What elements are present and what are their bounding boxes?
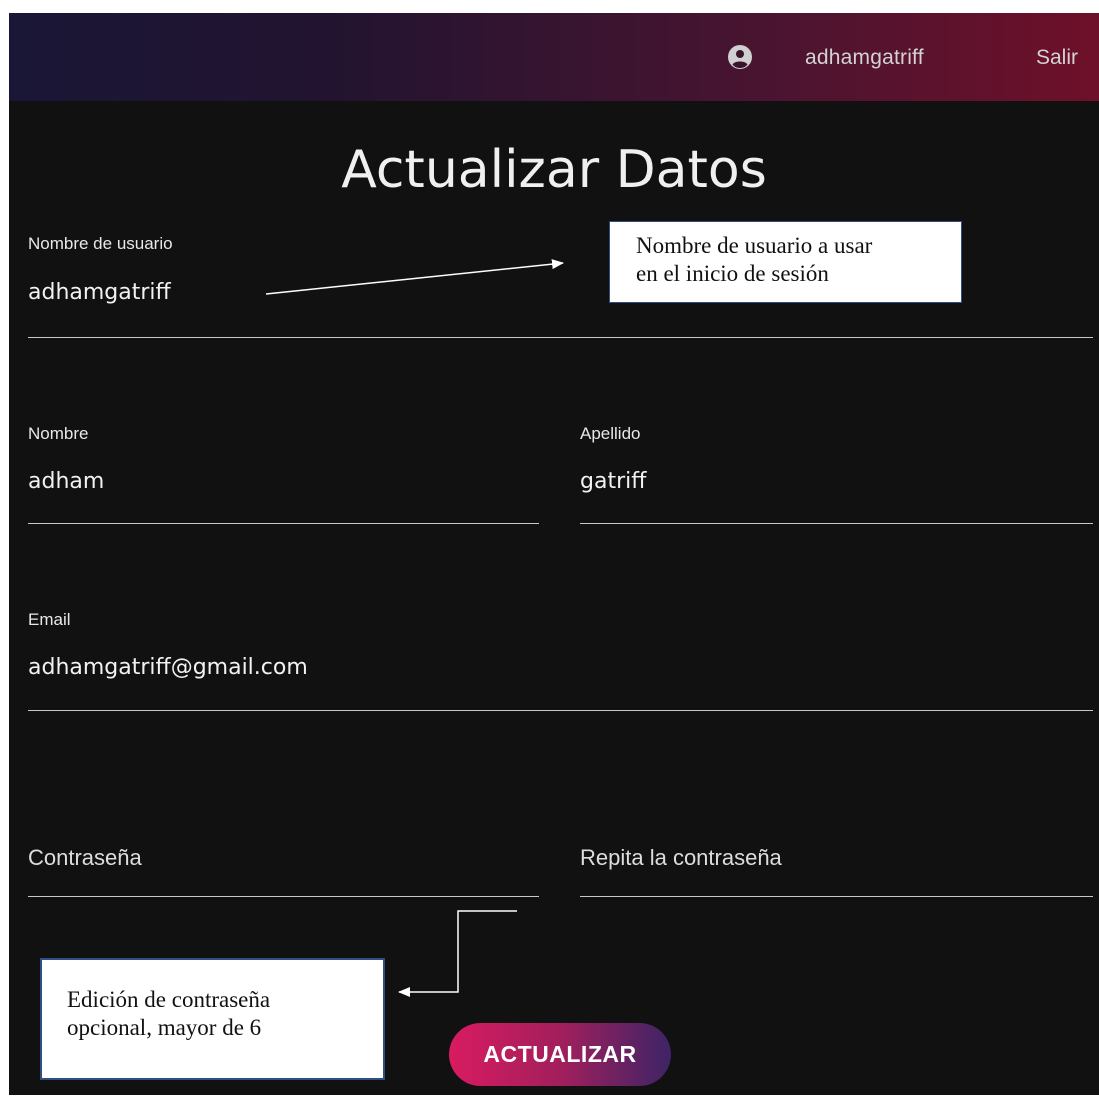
annotation-arrows xyxy=(265,259,564,997)
username-note-callout: Nombre de usuario a usar en el inicio de… xyxy=(609,221,962,303)
username-note-line1: Nombre de usuario a usar xyxy=(636,233,873,258)
password-note-line2: opcional, mayor de 6 xyxy=(67,1015,262,1040)
username-note-arrow xyxy=(265,259,564,295)
password-note-arrow xyxy=(398,910,517,997)
password-note-callout: Edición de contraseña opcional, mayor de… xyxy=(40,958,385,1080)
username-note-line2: en el inicio de sesión xyxy=(636,261,829,286)
password-note-line1: Edición de contraseña xyxy=(67,987,271,1012)
